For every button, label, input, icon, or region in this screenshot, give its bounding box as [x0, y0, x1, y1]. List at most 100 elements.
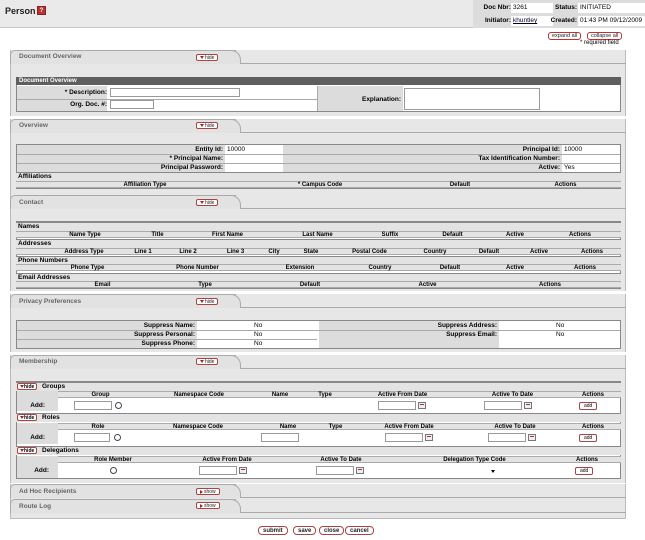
calendar-icon[interactable]: [528, 434, 536, 441]
created-label: Created:: [550, 17, 577, 24]
help-icon[interactable]: ?: [37, 6, 46, 15]
col-actions: Actions: [575, 457, 598, 463]
roles-toggle[interactable]: hide: [17, 414, 38, 421]
addresses-title: Addresses: [18, 240, 52, 247]
groups-toggle[interactable]: hide: [17, 383, 38, 390]
submit-button[interactable]: submit: [258, 526, 288, 535]
col-country: Country: [423, 249, 447, 255]
tab-baseline: [240, 512, 626, 513]
description-label: * Description:: [64, 89, 107, 96]
chevron-down-icon: [200, 201, 204, 205]
tab-baseline: [240, 368, 626, 369]
status-value: INITIATED: [578, 3, 645, 13]
ad-hoc-toggle[interactable]: show: [196, 488, 220, 495]
col-suffix: Suffix: [381, 232, 399, 238]
roles-add-label: Add:: [30, 434, 45, 441]
description-input[interactable]: [110, 88, 240, 97]
col-active-to-date: Active To Date: [320, 457, 362, 463]
col-extension: Extension: [285, 265, 315, 271]
col-role-member: Role Member: [94, 457, 132, 463]
col-country: Country: [368, 265, 392, 271]
toggle-label: hide: [205, 55, 215, 61]
tab-baseline: [240, 208, 626, 209]
divider: [17, 154, 620, 155]
chevron-down-icon: [200, 124, 204, 128]
search-icon[interactable]: [114, 434, 121, 441]
document-overview-toggle[interactable]: hide: [196, 54, 219, 61]
document-info-panel: Doc Nbr: 3261 Status: INITIATED Initiato…: [473, 0, 645, 28]
org-doc-input[interactable]: [110, 100, 154, 109]
col-line-2: Line 2: [179, 249, 197, 255]
role-input[interactable]: [74, 433, 110, 442]
names-title: Names: [18, 223, 40, 230]
col-actions: Actions: [581, 392, 604, 398]
created-value: 01:43 PM 09/12/2009: [578, 16, 645, 26]
suppress-phone-label: Suppress Phone:: [141, 340, 195, 347]
role-active-to-input[interactable]: [488, 433, 526, 442]
membership-toggle[interactable]: hide: [196, 358, 219, 365]
expand-all-button[interactable]: expand all: [548, 32, 582, 40]
tax-id-label: Tax Identification Number:: [478, 155, 561, 162]
principal-id-value: 10000: [564, 146, 583, 153]
add-role-button[interactable]: add: [579, 434, 598, 442]
col-active: Active: [505, 232, 524, 238]
contact-toggle[interactable]: hide: [196, 199, 219, 206]
initiator-label: Initiator:: [485, 17, 511, 24]
roles-bar: hide Roles: [16, 413, 621, 422]
col-city: City: [268, 249, 280, 255]
search-icon[interactable]: [115, 402, 122, 409]
col-name: Name: [279, 424, 297, 430]
toggle-label: hide: [205, 359, 215, 365]
collapse-all-button[interactable]: collapse all: [587, 32, 623, 40]
col-campus-code: * Campus Code: [297, 182, 343, 188]
role-name-input[interactable]: [261, 433, 299, 442]
group-active-from-input[interactable]: [378, 401, 416, 410]
col-active: Active: [529, 249, 548, 255]
cancel-button[interactable]: cancel: [345, 526, 374, 535]
chevron-down-icon: [200, 360, 204, 364]
addresses-bar: Addresses: [16, 239, 621, 248]
col-line-3: Line 3: [226, 249, 245, 255]
tab-baseline: [240, 307, 626, 308]
close-button[interactable]: close: [319, 526, 345, 535]
suppress-email-value: No: [556, 331, 565, 338]
calendar-icon[interactable]: [356, 467, 364, 474]
groups-bar: hide Groups: [16, 382, 621, 391]
deleg-active-from-input[interactable]: [199, 466, 237, 475]
add-group-button[interactable]: add: [579, 402, 598, 410]
col-last-name: Last Name: [302, 232, 333, 238]
overview-toggle[interactable]: hide: [196, 122, 219, 129]
role-active-from-input[interactable]: [385, 433, 423, 442]
calendar-icon[interactable]: [239, 467, 247, 474]
calendar-icon[interactable]: [524, 402, 532, 409]
privacy-toggle[interactable]: hide: [196, 298, 219, 305]
search-icon[interactable]: [110, 467, 117, 474]
save-button[interactable]: save: [293, 526, 317, 535]
membership-title: Membership: [19, 358, 58, 365]
org-doc-label: Org. Doc. #:: [70, 101, 107, 108]
col-email: Email: [94, 282, 111, 288]
group-input[interactable]: [74, 401, 112, 410]
route-log-toggle[interactable]: show: [196, 502, 220, 509]
col-phone-number: Phone Number: [176, 265, 219, 271]
toggle-label: show: [204, 503, 216, 509]
doc-nbr-value: 3261: [511, 3, 553, 13]
calendar-icon[interactable]: [418, 402, 426, 409]
groups-title: Groups: [42, 383, 66, 390]
chevron-right-icon: [200, 489, 203, 494]
explanation-textarea[interactable]: [404, 88, 540, 110]
deleg-active-to-input[interactable]: [316, 466, 354, 475]
col-active-from-date: Active From Date: [202, 457, 252, 463]
tab-baseline: [240, 63, 626, 64]
toggle-label: hide: [205, 123, 215, 129]
col-active: Active: [418, 282, 437, 288]
col-role: Role: [91, 424, 105, 430]
calendar-icon[interactable]: [425, 434, 433, 441]
chevron-right-icon: [200, 503, 203, 508]
col-first-name: First Name: [211, 232, 243, 238]
delegations-toggle[interactable]: hide: [17, 447, 38, 454]
delegation-type-select[interactable]: [491, 470, 495, 473]
add-delegation-button[interactable]: add: [575, 467, 594, 475]
group-active-to-input[interactable]: [484, 401, 522, 410]
chevron-down-icon: [200, 300, 204, 304]
